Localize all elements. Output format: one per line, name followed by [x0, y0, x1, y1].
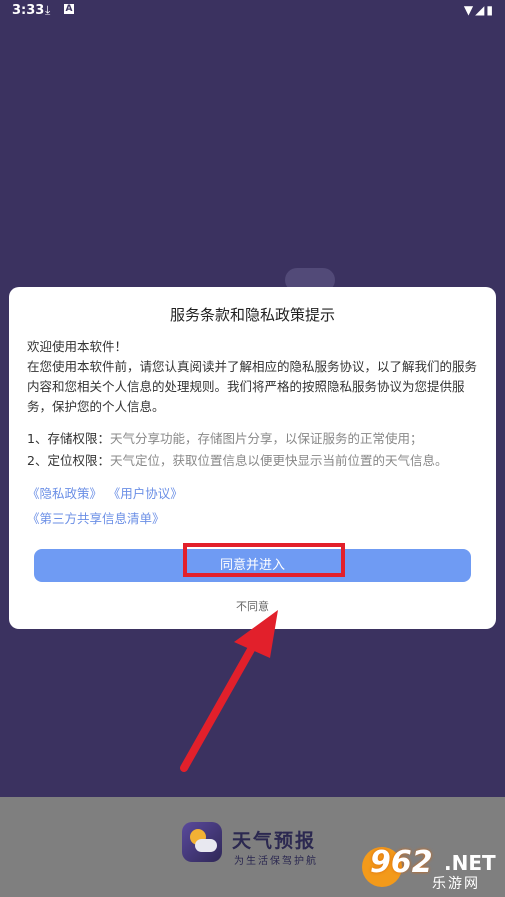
wifi-icon: ▼ [463, 3, 476, 17]
app-name: 天气预报 [232, 830, 317, 852]
dialog-title: 服务条款和隐私政策提示 [169, 306, 335, 324]
user-agreement-link[interactable]: 《用户协议》 [114, 486, 183, 501]
dialog-greeting: 欢迎使用本软件！ [27, 339, 128, 354]
status-time: 3:33 [12, 3, 45, 18]
permission-location: 2、定位权限：天气定位，获取位置信息以便更快显示当前位置的天气信息。 [27, 451, 487, 471]
permission-text: 天气定位，获取位置信息以便更快显示当前位置的天气信息。 [109, 453, 448, 468]
permission-label: 2、定位权限： [27, 453, 110, 468]
app-logo-icon [182, 822, 222, 862]
third-party-list-link[interactable]: 《第三方共享信息清单》 [27, 511, 165, 526]
watermark-net: .NET [444, 851, 496, 875]
battery-icon: ▮ [486, 3, 495, 17]
links-row-1: 《隐私政策》 《用户协议》 [27, 483, 195, 502]
status-icons: ▼◢▮ [464, 3, 495, 17]
watermark-sub: 乐游网 [432, 876, 480, 892]
permission-storage: 1、存储权限：天气分享功能，存储图片分享，以保证服务的正常使用； [27, 429, 487, 449]
permission-text: 天气分享功能，存储图片分享，以保证服务的正常使用； [109, 431, 423, 446]
status-bar: 3:33 ⤓ A ▼◢▮ [0, 0, 505, 22]
permission-label: 1、存储权限： [27, 431, 110, 446]
cloud-icon [195, 839, 217, 852]
app-slogan: 为生活保驾护航 [234, 856, 318, 867]
annotation-arrow-icon [180, 610, 278, 772]
a-icon: A [64, 4, 74, 14]
dialog-body: 欢迎使用本软件！ 在您使用本软件前，请您认真阅读并了解相应的隐私服务协议，以了解… [27, 337, 483, 417]
annotation-highlight-box [183, 543, 345, 577]
download-icon: ⤓ [45, 3, 51, 17]
privacy-dialog: 服务条款和隐私政策提示 欢迎使用本软件！ 在您使用本软件前，请您认真阅读并了解相… [9, 287, 496, 629]
watermark-number: 962 [370, 845, 433, 880]
links-row-2: 《第三方共享信息清单》 [27, 508, 177, 527]
dialog-paragraph: 在您使用本软件前，请您认真阅读并了解相应的隐私服务协议，以了解我们的服务内容和您… [27, 359, 478, 414]
privacy-policy-link[interactable]: 《隐私政策》 [27, 486, 102, 501]
watermark: 962 .NET 乐游网 [362, 845, 497, 893]
signal-icon: ◢ [475, 3, 487, 17]
